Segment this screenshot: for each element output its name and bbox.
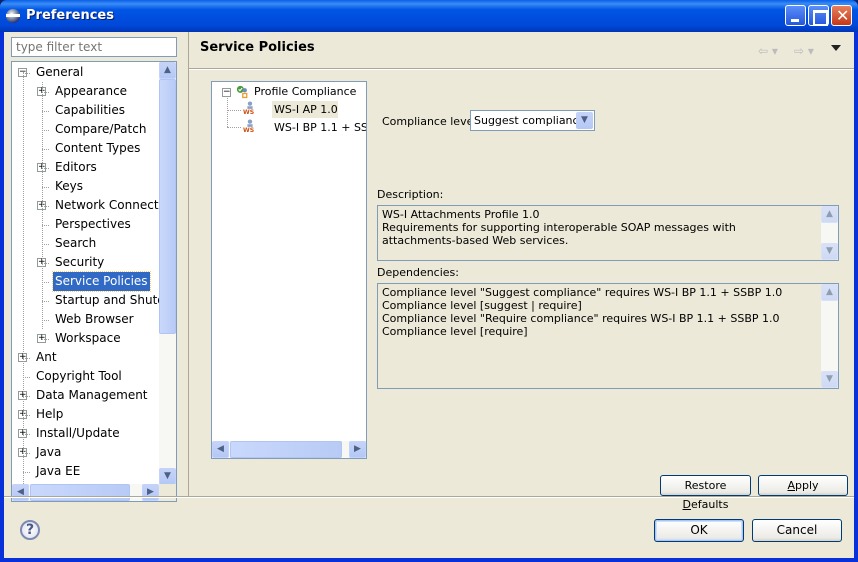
- tree-item-network-connectio[interactable]: Network Connectio: [53, 196, 171, 215]
- forward-button[interactable]: ⇨ ▾: [794, 44, 814, 58]
- tree-item-search[interactable]: Search: [53, 234, 98, 253]
- tree-horizontal-scrollbar[interactable]: ◀ ▶: [12, 484, 159, 501]
- ok-button[interactable]: OK: [654, 519, 744, 542]
- policy-item-ws-i-bp[interactable]: WS-I BP 1.1 + SSBP 1.0: [272, 119, 366, 136]
- preferences-window: Preferences ✕ −General+AppearanceCapabil…: [0, 0, 858, 562]
- tree-item-startup-and-shutdo[interactable]: Startup and Shutdo: [53, 291, 174, 310]
- cancel-button[interactable]: Cancel: [752, 519, 842, 542]
- tree-item-perspectives[interactable]: Perspectives: [53, 215, 133, 234]
- horizontal-scroll-thumb[interactable]: [230, 441, 342, 458]
- arrow-right-icon: ⇨: [794, 44, 805, 58]
- description-text[interactable]: WS-I Attachments Profile 1.0 Requirement…: [377, 205, 839, 261]
- compliance-level-label: Compliance level:: [382, 115, 481, 128]
- tree-item-java-ee[interactable]: Java EE: [34, 462, 82, 481]
- scroll-left-button[interactable]: ◀: [212, 441, 229, 458]
- tree-item-web-browser[interactable]: Web Browser: [53, 310, 136, 329]
- restore-defaults-button[interactable]: Restore Defaults: [660, 475, 751, 511]
- scroll-up-button[interactable]: ▲: [821, 284, 838, 301]
- help-icon[interactable]: ?: [20, 520, 40, 540]
- scroll-up-button[interactable]: ▲: [821, 206, 838, 223]
- scroll-right-button[interactable]: ▶: [349, 441, 366, 458]
- tree-item-data-management[interactable]: Data Management: [34, 386, 150, 405]
- dependency-line: Compliance level "Require compliance" re…: [382, 312, 780, 338]
- tree-item-ant[interactable]: Ant: [34, 348, 59, 367]
- wsi-icon: WS: [243, 119, 254, 134]
- tree-vertical-scrollbar[interactable]: ▲ ▼: [159, 62, 176, 485]
- eclipse-icon: [6, 9, 20, 23]
- scroll-down-button[interactable]: ▼: [821, 371, 838, 388]
- minimize-button[interactable]: [785, 5, 806, 26]
- tree-item-install-update[interactable]: Install/Update: [34, 424, 122, 443]
- tree-item-appearance[interactable]: Appearance: [53, 82, 129, 101]
- close-button[interactable]: ✕: [831, 5, 852, 26]
- wsi-icon: WS: [243, 101, 254, 116]
- dependencies-scrollbar[interactable]: ▲ ▼: [821, 284, 838, 388]
- dependencies-label: Dependencies:: [377, 266, 459, 279]
- compliance-level-value: Suggest compliance: [474, 114, 586, 127]
- tree-item-general[interactable]: General: [34, 63, 85, 82]
- collapse-icon[interactable]: −: [222, 88, 231, 97]
- scroll-down-button[interactable]: ▼: [159, 468, 176, 485]
- tree-item-editors[interactable]: Editors: [53, 158, 99, 177]
- dialog-client: −General+AppearanceCapabilitiesCompare/P…: [4, 32, 854, 558]
- tree-item-content-types[interactable]: Content Types: [53, 139, 142, 158]
- scroll-down-button[interactable]: ▼: [821, 243, 838, 260]
- dependency-line: Compliance level "Suggest compliance" re…: [382, 286, 783, 312]
- close-icon: ✕: [836, 6, 850, 25]
- tree-item-security[interactable]: Security: [53, 253, 106, 272]
- sash-divider[interactable]: [188, 32, 189, 498]
- horizontal-scroll-thumb[interactable]: [30, 484, 130, 501]
- scroll-right-button[interactable]: ▶: [142, 484, 159, 501]
- profile-compliance-icon: [236, 85, 248, 99]
- svg-text:WS: WS: [243, 127, 254, 134]
- svg-text:WS: WS: [243, 109, 254, 116]
- compliance-level-select[interactable]: Suggest compliance ▼: [470, 110, 595, 131]
- tree-item-java[interactable]: Java: [34, 443, 63, 462]
- tree-item-help[interactable]: Help: [34, 405, 65, 424]
- preference-tree: − General + Appearance Capabilities Compare/P…: [11, 61, 177, 502]
- tree-item-keys[interactable]: Keys: [53, 177, 85, 196]
- description-label: Description:: [377, 188, 444, 201]
- tree-item-service-policies[interactable]: Service Policies: [52, 271, 151, 292]
- page-title: Service Policies: [200, 40, 315, 55]
- description-line: Requirements for supporting interoperabl…: [382, 221, 736, 247]
- view-menu-icon[interactable]: [831, 45, 841, 51]
- description-scrollbar[interactable]: ▲ ▼: [821, 206, 838, 260]
- apply-button[interactable]: Apply: [758, 475, 848, 496]
- tree-item-compare-patch[interactable]: Compare/Patch: [53, 120, 148, 139]
- window-title: Preferences: [26, 8, 114, 23]
- policy-tree-root[interactable]: Profile Compliance: [252, 83, 356, 100]
- maximize-button[interactable]: [808, 5, 829, 26]
- chevron-down-icon[interactable]: ▼: [576, 112, 593, 129]
- policy-item-ws-i-ap[interactable]: WS-I AP 1.0: [272, 101, 338, 118]
- vertical-scroll-thumb[interactable]: [159, 79, 176, 334]
- scroll-up-button[interactable]: ▲: [159, 62, 176, 79]
- policy-tree-hscrollbar[interactable]: ◀ ▶: [212, 441, 366, 458]
- footer-separator: [4, 496, 854, 498]
- back-button[interactable]: ⇦ ▾: [758, 44, 778, 58]
- tree-item-workspace[interactable]: Workspace: [53, 329, 123, 348]
- tree-item-copyright-tool[interactable]: Copyright Tool: [34, 367, 124, 386]
- header-separator: [189, 68, 854, 70]
- tree-item-capabilities[interactable]: Capabilities: [53, 101, 127, 120]
- scroll-left-button[interactable]: ◀: [12, 484, 29, 501]
- description-line: WS-I Attachments Profile 1.0: [382, 208, 540, 221]
- arrow-left-icon: ⇦: [758, 44, 769, 58]
- dependencies-text[interactable]: Compliance level "Suggest compliance" re…: [377, 283, 839, 389]
- filter-input[interactable]: [11, 37, 177, 57]
- title-bar[interactable]: Preferences ✕: [0, 0, 858, 32]
- policy-tree: − Profile Compliance WS WS-I AP 1.0 WS W…: [211, 81, 367, 459]
